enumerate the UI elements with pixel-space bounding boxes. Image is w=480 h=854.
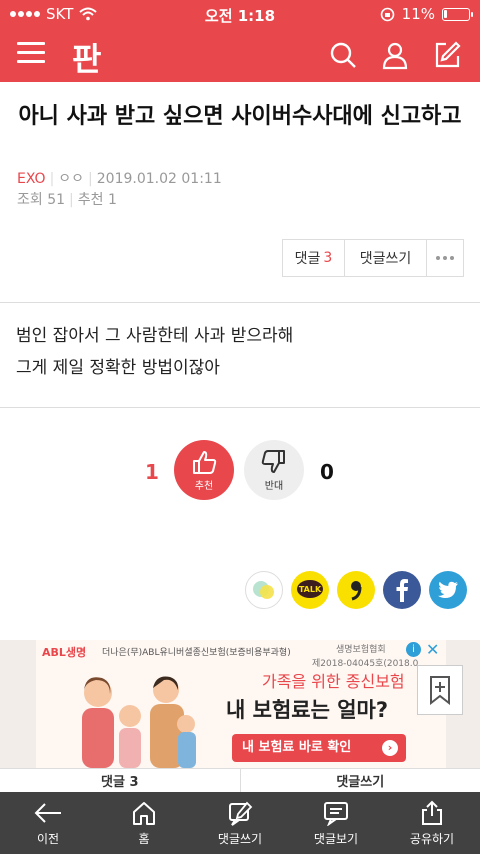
body-line: 그게 제일 정확한 방법이잖아 (16, 358, 220, 378)
divider (0, 407, 480, 408)
post-meta-line1: EXO | ㅇㅇ | 2019.01.02 01:11 (17, 171, 222, 187)
ad-creative[interactable]: ABL생명 더나은(무)ABL유니버셜종신보험(보증비용부과형) 생명보험협회 … (36, 640, 446, 768)
author-nickname: ㅇㅇ (58, 171, 85, 187)
ad-product: 더나은(무)ABL유니버셜종신보험(보증비용부과형) (102, 648, 291, 658)
upvote-label: 추천 (194, 481, 214, 492)
ad-cta-button[interactable]: 내 보험료 바로 확인 › (232, 734, 406, 762)
ad-headline: 내 보험료는 얼마? (226, 698, 389, 722)
comments-label: 댓글 (294, 251, 321, 267)
views-label: 조회 (17, 192, 43, 208)
share-icon (422, 800, 442, 825)
ad-brand: ABL생명 (42, 646, 87, 659)
family-illustration (82, 676, 196, 768)
divider (0, 302, 480, 303)
status-bar: SKT 오전 1:18 11% (0, 0, 480, 28)
upvote-button[interactable]: 추천 (174, 440, 234, 500)
bookmark-add-icon[interactable] (417, 665, 463, 715)
chevron-right-icon: › (382, 740, 398, 756)
ad-banner[interactable]: ABL생명 더나은(무)ABL유니버셜종신보험(보증비용부과형) 생명보험협회 … (0, 640, 480, 768)
write-comment-label: 댓글쓰기 (359, 251, 412, 267)
thumbs-up-icon (193, 451, 217, 474)
facebook-icon[interactable] (383, 571, 421, 609)
post-title: 아니 사과 받고 싶으면 사이버수사대에 신고하고 (18, 104, 462, 129)
home-label: 홈 (138, 832, 150, 846)
back-button[interactable]: 이전 (0, 792, 96, 854)
downvote-count: 0 (320, 460, 334, 484)
ad-close-icon[interactable]: ✕ (426, 640, 439, 659)
search-icon[interactable] (328, 40, 358, 70)
pann-logo[interactable]: 판 (72, 34, 101, 80)
svg-text:TALK: TALK (299, 585, 322, 594)
post-date: 2019.01.02 01:11 (96, 171, 222, 187)
bottom-toolbar: 이전 홈 댓글쓰기 댓글보기 공유하기 (0, 792, 480, 854)
ad-info-icon[interactable]: i (406, 642, 421, 657)
share-button[interactable]: 공유하기 (384, 792, 480, 854)
view-comments-icon (324, 802, 348, 826)
app-screen: SKT 오전 1:18 11% 판 아니 사과 받고 싶으면 사이버수사대에 신… (0, 0, 480, 854)
write-comment-icon (229, 801, 253, 826)
write-comment-button[interactable]: 댓글쓰기 (345, 240, 427, 276)
back-label: 이전 (36, 832, 60, 846)
comments-count: 3 (323, 250, 333, 266)
home-icon (133, 802, 155, 825)
view-comments-button[interactable]: 댓글보기 (288, 792, 384, 854)
home-button[interactable]: 홈 (96, 792, 192, 854)
post-meta-line2: 조회 51 | 추천 1 (17, 192, 117, 208)
app-header: 판 (0, 28, 480, 82)
comment-buttons: 댓글 3 댓글쓰기 (282, 239, 464, 277)
ad-cta-label: 내 보험료 바로 확인 (242, 740, 352, 755)
downvote-button[interactable]: 반대 (244, 440, 304, 500)
chat-bubble-icon[interactable] (245, 571, 283, 609)
rotation-lock-icon (380, 7, 394, 21)
menu-icon[interactable] (17, 42, 45, 68)
edit-icon[interactable] (432, 40, 462, 70)
comment-tabs: 댓글 3 댓글쓰기 (0, 768, 480, 792)
thumbs-down-icon (261, 450, 285, 473)
tab-comments[interactable]: 댓글 3 (0, 769, 241, 792)
battery-percent: 11% (401, 5, 435, 23)
user-icon[interactable] (380, 40, 410, 70)
write-comment-tab-label: 댓글쓰기 (217, 832, 263, 846)
battery-fill (444, 9, 447, 18)
ad-association: 생명보험협회 (336, 645, 386, 655)
battery-icon (442, 7, 473, 21)
recommend-count: 1 (107, 192, 117, 208)
view-comments-label: 댓글보기 (313, 832, 359, 846)
recommend-label: 추천 (77, 192, 104, 208)
ad-headline-small: 가족을 위한 종신보험 (262, 672, 405, 691)
tab-write-comment[interactable]: 댓글쓰기 (241, 769, 480, 792)
twitter-icon[interactable] (429, 571, 467, 609)
post-author[interactable]: EXO (17, 171, 46, 187)
upvote-count: 1 (145, 460, 159, 484)
comments-button[interactable]: 댓글 3 (283, 240, 345, 276)
body-line: 범인 잡아서 그 사람한테 사과 받으라해 (16, 326, 294, 346)
back-arrow-icon (34, 803, 61, 823)
write-comment-tab-button[interactable]: 댓글쓰기 (192, 792, 288, 854)
views-count: 51 (47, 192, 66, 208)
more-icon[interactable] (427, 240, 463, 276)
post-body: 범인 잡아서 그 사람한테 사과 받으라해 그게 제일 정확한 방법이잖아 (16, 320, 466, 384)
kakaotalk-icon[interactable]: TALK (291, 571, 329, 609)
downvote-label: 반대 (264, 481, 284, 492)
quote-icon[interactable] (337, 571, 375, 609)
share-label: 공유하기 (409, 832, 455, 846)
